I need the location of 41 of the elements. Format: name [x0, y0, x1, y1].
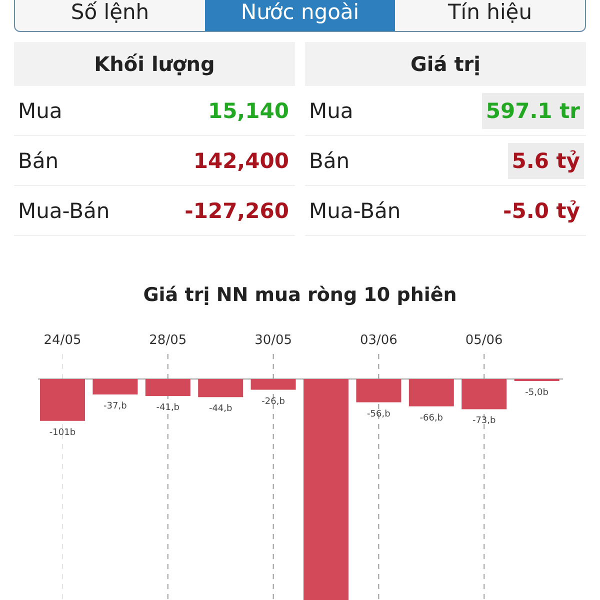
column-header: Khối lượng [14, 42, 295, 86]
row-label: Mua [309, 98, 354, 122]
tab[interactable]: Tín hiệu [395, 0, 585, 31]
bar-value-label: -66,b [420, 413, 444, 424]
row-label: Mua [18, 98, 62, 122]
x-axis-label: 03/06 [360, 333, 398, 348]
row-label: Mua-Bán [18, 198, 110, 222]
row-value: 5.6 tỷ [508, 142, 584, 178]
bar-value-label: -73,b [472, 416, 496, 426]
bar-value-label: -44,b [208, 404, 232, 414]
bar [198, 379, 244, 398]
bar [356, 379, 402, 402]
bar [92, 379, 138, 394]
row-value: 597.1 tr [482, 92, 584, 128]
bar-value-label: -56,b [367, 409, 390, 420]
bar-value-label: -26,b [262, 396, 285, 407]
bar [250, 379, 296, 390]
bar [514, 379, 560, 382]
chart-title: Giá trị NN mua ròng 10 phiên [142, 284, 458, 306]
tab[interactable]: Nước ngoài [205, 0, 395, 31]
bar [408, 379, 454, 406]
row-label: Mua-Bán [309, 198, 401, 222]
row-value: 142,400 [192, 148, 290, 174]
tab[interactable]: Số lệnh [15, 0, 205, 31]
x-axis-label: 05/06 [465, 333, 503, 348]
row-value: -5.0 tỷ [502, 198, 581, 224]
bar-value-label: -41,b [156, 403, 180, 414]
x-axis-label: 30/05 [254, 333, 292, 348]
bar-value-label: -101b [49, 428, 76, 438]
bar-value-label: -37,b [104, 401, 127, 412]
x-axis-label: 28/05 [149, 333, 187, 348]
row-label: Bán [309, 148, 350, 172]
column-header: Giá trị [305, 42, 586, 86]
bar [40, 379, 85, 421]
x-axis-label: 24/05 [44, 333, 82, 348]
bar-value-label: -5,0b [525, 388, 548, 398]
row-value: -127,260 [184, 198, 290, 224]
bar [145, 379, 190, 396]
row-value: 15,140 [206, 98, 290, 124]
bar [462, 379, 507, 410]
row-label: Bán [18, 148, 59, 172]
